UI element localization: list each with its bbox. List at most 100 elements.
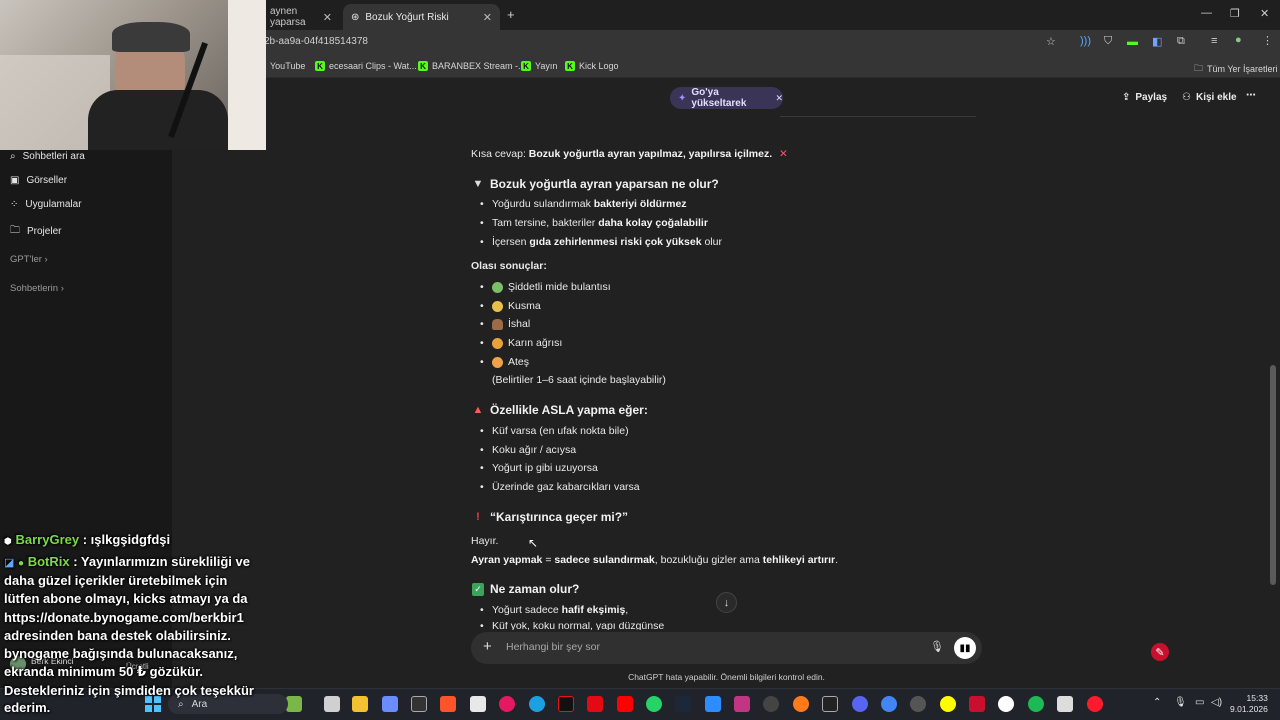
sidebar-item-apps[interactable]: ⁘ Uygulamalar xyxy=(10,199,82,210)
bookmark-item[interactable]: K BARANBEX Stream -... xyxy=(418,61,526,71)
spotify-icon[interactable] xyxy=(1028,696,1044,712)
media-icon[interactable]: ≡ xyxy=(1211,35,1217,47)
list-item: Koku ağır / acıysa xyxy=(480,444,576,456)
close-icon[interactable]: ✕ xyxy=(323,11,332,24)
settings-icon[interactable] xyxy=(411,696,427,712)
profile-icon[interactable]: ● xyxy=(1235,34,1242,46)
netflix-icon[interactable] xyxy=(587,696,603,712)
steam-icon[interactable] xyxy=(675,696,691,712)
sidebar-item-label: Projeler xyxy=(27,226,62,237)
chrome-icon[interactable] xyxy=(881,696,897,712)
discord-icon[interactable] xyxy=(852,696,868,712)
upgrade-pill[interactable]: ✦ Go'ya yükseltarek ✕ xyxy=(670,87,783,109)
extension-icon[interactable]: ▬ xyxy=(1127,36,1138,48)
speed-icon[interactable] xyxy=(763,696,779,712)
all-bookmarks[interactable]: 🗀 Tüm Yer İşaretleri xyxy=(1194,61,1278,77)
extension-icon[interactable]: ◧ xyxy=(1152,35,1162,48)
minimize-icon[interactable]: — xyxy=(1201,7,1212,19)
sidebar-item-search[interactable]: ⌕ Sohbetleri ara xyxy=(10,151,85,162)
chevron-up-icon[interactable]: ⌃ xyxy=(1153,697,1161,708)
shield-icon[interactable]: ⛉ xyxy=(1104,35,1112,48)
close-icon[interactable]: ✕ xyxy=(775,93,783,104)
waveform-icon: ▮▮ xyxy=(959,642,971,654)
sidebar-item-projects[interactable]: 🗀 Projeler xyxy=(10,223,61,240)
sidebar-chats-header[interactable]: Sohbetlerin › xyxy=(10,283,64,294)
voice-mode-button[interactable]: ▮▮ xyxy=(954,637,976,659)
text: Yoğurt ip gibi uzuyorsa xyxy=(492,462,598,474)
add-person-button[interactable]: ⚇ Kişi ekle xyxy=(1182,92,1237,103)
bookmark-youtube[interactable]: YouTube xyxy=(270,61,305,71)
more-options-icon[interactable]: ⋯ xyxy=(1246,90,1256,101)
tiktok-icon[interactable] xyxy=(558,696,574,712)
stream-chat-line: ederim. xyxy=(4,700,51,715)
bookmark-item[interactable]: K ecesaari Clips - Wat... xyxy=(315,61,417,71)
store-icon[interactable] xyxy=(470,696,486,712)
bookmark-label: YouTube xyxy=(270,61,306,71)
windows-start-icon[interactable] xyxy=(145,696,161,712)
media-player-icon[interactable] xyxy=(499,696,515,712)
scrollbar[interactable] xyxy=(1270,365,1276,585)
network-icon[interactable]: ▭ xyxy=(1195,697,1204,708)
volume-icon[interactable]: ◁) xyxy=(1211,697,1222,708)
scroll-down-button[interactable]: ↓ xyxy=(716,592,737,613)
instagram-icon[interactable] xyxy=(734,696,750,712)
star-icon[interactable]: ☆ xyxy=(1046,35,1056,48)
read-aloud-icon[interactable]: ))) xyxy=(1080,35,1091,47)
tab-inactive[interactable]: aynen yaparsa ✕ xyxy=(262,4,340,30)
microphone-icon[interactable]: 🎙 xyxy=(930,640,944,653)
microphone-icon[interactable]: 🎙 xyxy=(1174,697,1187,708)
heading-text: “Karıştırınca geçer mi?” xyxy=(490,510,629,524)
yandex-icon[interactable] xyxy=(998,696,1014,712)
bookmark-item[interactable]: K Yayın xyxy=(521,61,557,71)
plus-icon[interactable]: + xyxy=(483,638,492,655)
text: Tam tersine, bakteriler xyxy=(492,217,599,229)
maximize-icon[interactable]: ❐ xyxy=(1230,7,1240,20)
opera-icon[interactable] xyxy=(1087,696,1103,712)
task-view-icon[interactable] xyxy=(324,696,340,712)
puzzle-icon[interactable]: ⧉ xyxy=(1177,35,1185,48)
text: Küf varsa (en ufak nokta bile) xyxy=(492,425,629,437)
list-item: İshal xyxy=(480,318,530,330)
edge-icon[interactable] xyxy=(529,696,545,712)
text-bold: gıda zehirlenmesi riski çok yüksek xyxy=(529,236,702,248)
results-note: (Belirtiler 1–6 saat içinde başlayabilir… xyxy=(492,374,666,386)
share-button[interactable]: ⇪ Paylaş xyxy=(1122,92,1167,103)
file-explorer-icon[interactable] xyxy=(352,696,368,712)
heading-text: Ne zaman olur? xyxy=(490,582,580,596)
snapchat-icon[interactable] xyxy=(940,696,956,712)
tab-active[interactable]: ⊛ Bozuk Yoğurt Riski ✕ xyxy=(343,4,500,30)
text-bold: bakteriyi öldürmez xyxy=(593,198,687,210)
app-icon[interactable] xyxy=(1057,696,1073,712)
menu-icon[interactable]: ⋮ xyxy=(1262,34,1273,47)
mcafee-icon[interactable] xyxy=(969,696,985,712)
bookmark-item[interactable]: K Kick Logo xyxy=(565,61,619,71)
close-icon[interactable]: ✕ xyxy=(483,11,492,24)
text: . xyxy=(835,554,839,566)
list-item: Karın ağrısı xyxy=(480,337,562,349)
divider xyxy=(780,116,976,117)
extension-badge-icon[interactable]: ✎ xyxy=(1151,643,1169,661)
youtube-icon[interactable] xyxy=(617,696,633,712)
section-heading: ✓ Ne zaman olur? xyxy=(472,582,579,596)
brave-icon[interactable] xyxy=(440,696,456,712)
whatsapp-icon[interactable] xyxy=(646,696,662,712)
clock[interactable]: 15:33 9.01.2026 xyxy=(1230,693,1268,715)
app-icon[interactable] xyxy=(705,696,721,712)
search-label: Ara xyxy=(191,698,208,710)
stream-chat-line: adresinden bana destek olabilirsiniz. xyxy=(4,628,231,643)
tab-title: Bozuk Yoğurt Riski xyxy=(365,11,449,23)
window-close-icon[interactable]: ✕ xyxy=(1260,7,1269,20)
stream-chat-line: ⬢ BarryGrey : ışlkgşidgfdşi xyxy=(4,532,170,547)
prompt-input[interactable] xyxy=(506,641,906,653)
app-icon[interactable] xyxy=(910,696,926,712)
copilot-icon[interactable] xyxy=(382,696,398,712)
widget-icon[interactable] xyxy=(286,696,302,712)
window-light xyxy=(228,0,266,150)
stream-chat-line: ekranda minimum 50 ₺ gözükür. xyxy=(4,664,204,679)
address-bar[interactable]: 2b-aa9a-04f418514378 xyxy=(264,36,368,47)
sidebar-item-images[interactable]: ▣ Görseller xyxy=(10,175,67,186)
sidebar-gpts-header[interactable]: GPT'ler › xyxy=(10,254,48,265)
epic-games-icon[interactable] xyxy=(822,696,838,712)
app-icon[interactable] xyxy=(793,696,809,712)
new-tab-icon[interactable]: + xyxy=(507,7,515,22)
